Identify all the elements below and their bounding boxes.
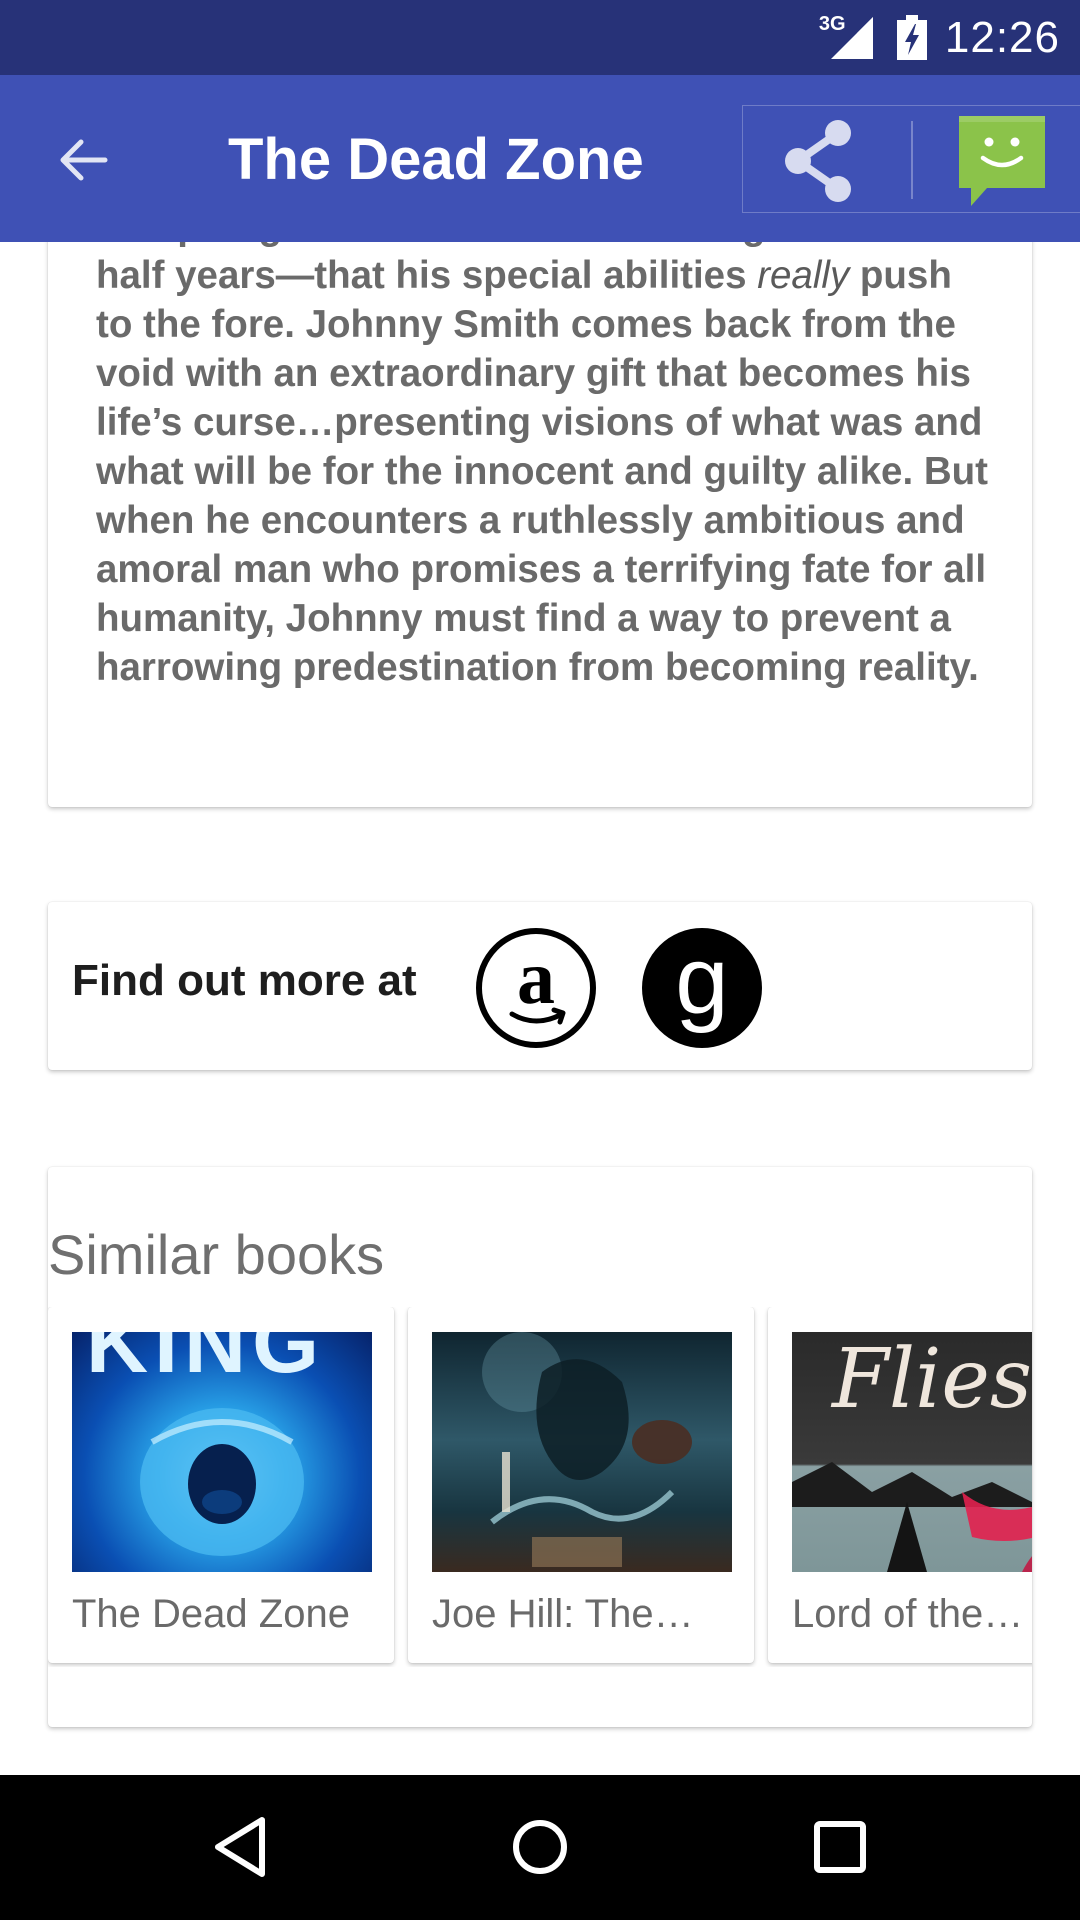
home-circle-icon <box>513 1820 567 1874</box>
back-triangle-icon <box>215 1817 265 1877</box>
dark-creature-illustration <box>482 1332 692 1567</box>
goodreads-glyph: g <box>675 927 729 1034</box>
content-scroll[interactable]: that plunged him into a coma lasting fou… <box>0 242 1080 1775</box>
share-button[interactable] <box>773 116 863 206</box>
action-divider <box>911 121 913 199</box>
book-title: The Dead Zone <box>72 1592 350 1636</box>
book-cover-dead-zone: KING <box>72 1332 372 1572</box>
book-card-dead-zone[interactable]: KING The Dead Zone <box>48 1307 394 1663</box>
page-title: The Dead Zone <box>228 127 644 192</box>
goodreads-icon[interactable]: g <box>642 928 762 1048</box>
nav-home-button[interactable] <box>490 1797 590 1897</box>
amazon-icon[interactable]: a <box>476 928 596 1048</box>
nav-back-button[interactable] <box>190 1797 290 1897</box>
action-buttons <box>742 105 1080 213</box>
back-button[interactable] <box>48 125 118 195</box>
chat-button[interactable] <box>953 110 1053 210</box>
chat-icon <box>959 116 1045 206</box>
signal-icon: 3G <box>819 13 879 60</box>
navigation-bar <box>0 1775 1080 1920</box>
status-time: 12:26 <box>944 12 1060 62</box>
recents-square-icon <box>814 1821 866 1873</box>
find-out-more-label: Find out more at <box>72 956 417 1005</box>
battery-icon <box>896 15 927 60</box>
jungle-illustration <box>792 1462 1032 1572</box>
amazon-smile-icon <box>509 1007 566 1025</box>
status-icons: 3G 12:26 <box>819 0 1060 75</box>
nav-recents-button[interactable] <box>790 1797 890 1897</box>
book-card-lord-of-the-flies[interactable]: Flies Lord of the… <box>768 1307 1032 1663</box>
find-out-more-card: Find out more at a g <box>48 902 1032 1070</box>
description-card: that plunged him into a coma lasting fou… <box>48 242 1032 807</box>
status-bar: 3G 12:26 <box>0 0 1080 75</box>
similar-books-card: Similar books KING The Dead Zone Joe Hil… <box>48 1167 1032 1727</box>
similar-books-title: Similar books <box>48 1223 385 1286</box>
description-text-after: push to the fore. Johnny Smith comes bac… <box>96 254 988 689</box>
book-description: that plunged him into a coma lasting fou… <box>96 242 996 692</box>
book-cover-lord-of-the-flies: Flies <box>792 1332 1032 1572</box>
description-emphasis: really <box>757 254 850 297</box>
back-arrow-icon <box>60 139 108 181</box>
similar-books-list[interactable]: KING The Dead Zone Joe Hill: The… Flies … <box>48 1307 1032 1667</box>
app-bar: The Dead Zone <box>0 75 1080 242</box>
book-title: Lord of the… <box>792 1592 1024 1636</box>
book-cover-joe-hill <box>432 1332 732 1572</box>
share-icon <box>785 120 851 202</box>
book-title: Joe Hill: The… <box>432 1592 694 1636</box>
screaming-face-illustration <box>140 1408 304 1556</box>
book-card-joe-hill[interactable]: Joe Hill: The… <box>408 1307 754 1663</box>
